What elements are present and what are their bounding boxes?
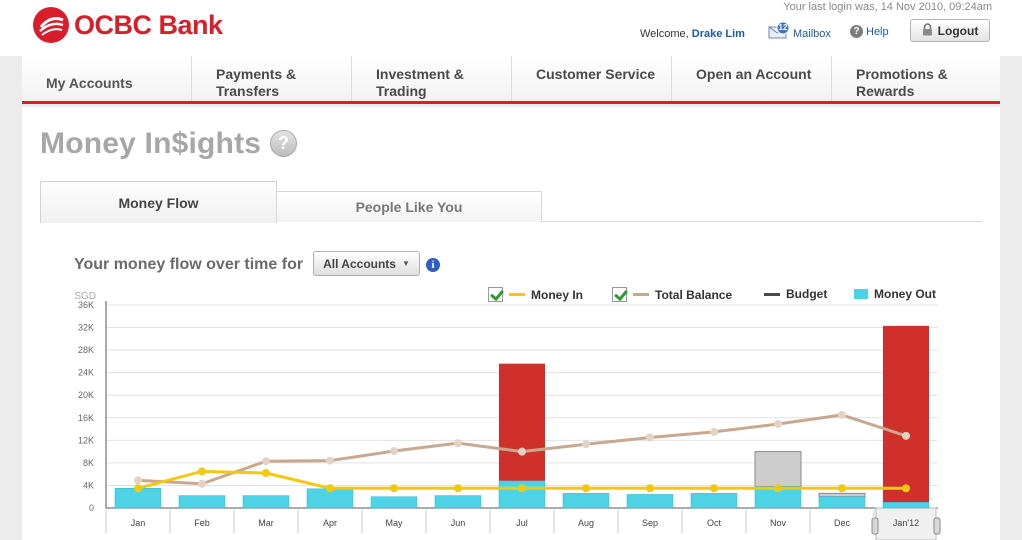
money-in-point bbox=[902, 484, 910, 493]
money-in-point bbox=[134, 484, 142, 493]
total-balance-point bbox=[198, 479, 206, 488]
help-link[interactable]: ? Help bbox=[850, 25, 889, 38]
money-in-point bbox=[838, 484, 846, 493]
lock-icon bbox=[922, 22, 933, 39]
money-in-point bbox=[710, 484, 718, 493]
money-in-point bbox=[262, 469, 270, 478]
x-tick-label: Oct bbox=[707, 518, 722, 528]
mailbox-count-badge: 12 bbox=[778, 23, 788, 32]
brand-name: OCBC Bank bbox=[74, 9, 223, 40]
logout-button[interactable]: Logout bbox=[910, 19, 990, 42]
welcome-message: Welcome, Drake Lim bbox=[640, 28, 745, 40]
y-tick-label: 32K bbox=[78, 323, 94, 333]
y-tick-label: 8K bbox=[83, 458, 94, 468]
nav-customer-service[interactable]: Customer Service bbox=[512, 56, 672, 101]
nav-open-account[interactable]: Open an Account bbox=[672, 56, 832, 101]
x-tick-label: Jun bbox=[451, 518, 466, 528]
money-out-bar bbox=[626, 494, 674, 509]
x-tick-label: Nov bbox=[770, 518, 787, 528]
money-in-point bbox=[390, 484, 398, 493]
last-login-text: Your last login was, 14 Nov 2010, 09:24a… bbox=[783, 1, 992, 13]
y-tick-label: 16K bbox=[78, 413, 94, 423]
mail-icon: 12 bbox=[768, 22, 790, 40]
total-balance-point bbox=[582, 440, 590, 449]
app-header: OCBC Bank Your last login was, 14 Nov 20… bbox=[0, 0, 1022, 56]
budget-gap-bar bbox=[754, 451, 802, 488]
total-balance-point bbox=[774, 419, 782, 428]
ocbc-logo[interactable]: OCBC Bank bbox=[32, 6, 223, 44]
range-handle-left bbox=[871, 517, 879, 535]
total-balance-point bbox=[838, 410, 846, 419]
mailbox-label: Mailbox bbox=[793, 28, 831, 40]
money-in-point bbox=[198, 467, 206, 476]
logout-label: Logout bbox=[937, 23, 979, 38]
y-tick-label: 4K bbox=[83, 480, 94, 490]
y-tick-label: 28K bbox=[78, 345, 94, 355]
total-balance-point bbox=[390, 447, 398, 456]
total-balance-point bbox=[710, 427, 718, 436]
money-out-bar bbox=[882, 502, 930, 509]
y-tick-label: 12K bbox=[78, 435, 94, 445]
money-out-bar bbox=[818, 496, 866, 509]
user-name-link[interactable]: Drake Lim bbox=[692, 28, 745, 40]
y-tick-label: 36K bbox=[78, 300, 94, 310]
total-balance-point bbox=[262, 457, 270, 466]
money-in-point bbox=[326, 484, 334, 493]
money-in-point bbox=[774, 484, 782, 493]
y-tick-label: 0 bbox=[89, 503, 94, 513]
y-tick-label: 20K bbox=[78, 390, 94, 400]
mailbox-link[interactable]: 12 Mailbox bbox=[768, 22, 831, 40]
x-tick-label: Mar bbox=[258, 518, 274, 528]
money-out-bar bbox=[178, 495, 226, 509]
x-tick-label: Jan'12 bbox=[893, 518, 919, 528]
x-tick-label: Jan bbox=[131, 518, 146, 528]
total-balance-point bbox=[518, 447, 526, 456]
money-flow-chart: SGD04K8K12K16K20K24K28K32K36KJan Feb Mar Ap… bbox=[74, 291, 941, 540]
money-in-point bbox=[518, 484, 526, 493]
nav-investment-trading[interactable]: Investment & Trading bbox=[352, 56, 512, 101]
x-tick-label: Dec bbox=[834, 518, 851, 528]
money-in-point bbox=[582, 484, 590, 493]
total-balance-point bbox=[134, 476, 142, 485]
x-tick-label: Aug bbox=[578, 518, 594, 528]
ocbc-logo-icon bbox=[32, 6, 70, 44]
x-tick-label: May bbox=[385, 518, 403, 528]
x-tick-label: Apr bbox=[323, 518, 337, 528]
money-out-bar bbox=[242, 495, 290, 509]
y-tick-label: 24K bbox=[78, 368, 94, 378]
welcome-prefix: Welcome, bbox=[640, 28, 689, 40]
total-balance-point bbox=[646, 433, 654, 442]
x-tick-label: Jul bbox=[516, 518, 528, 528]
budget-gap-bar bbox=[818, 492, 866, 498]
money-out-bar bbox=[434, 495, 482, 509]
money-in-point bbox=[646, 484, 654, 493]
nav-payments-transfers[interactable]: Payments & Transfers bbox=[192, 56, 352, 101]
money-out-bar bbox=[562, 493, 610, 509]
x-tick-label: Feb bbox=[194, 518, 210, 528]
nav-promotions-rewards[interactable]: Promotions & Rewards bbox=[832, 56, 992, 101]
money-out-bar bbox=[690, 493, 738, 509]
over-budget-bar bbox=[883, 325, 929, 503]
money-in-point bbox=[454, 484, 462, 493]
help-label: Help bbox=[866, 25, 889, 38]
content-panel: Money In$ights ? Money Flow People Like … bbox=[22, 107, 1000, 540]
total-balance-point bbox=[902, 431, 910, 440]
money-out-bar bbox=[370, 496, 418, 509]
range-handle-right bbox=[933, 517, 941, 535]
total-balance-point bbox=[326, 456, 334, 465]
over-budget-bar bbox=[499, 363, 545, 481]
x-tick-label: Sep bbox=[642, 518, 658, 528]
help-icon: ? bbox=[850, 25, 863, 38]
main-nav: My Accounts Payments & Transfers Investm… bbox=[22, 56, 1000, 104]
nav-my-accounts[interactable]: My Accounts bbox=[22, 56, 192, 101]
total-balance-point bbox=[454, 439, 462, 448]
